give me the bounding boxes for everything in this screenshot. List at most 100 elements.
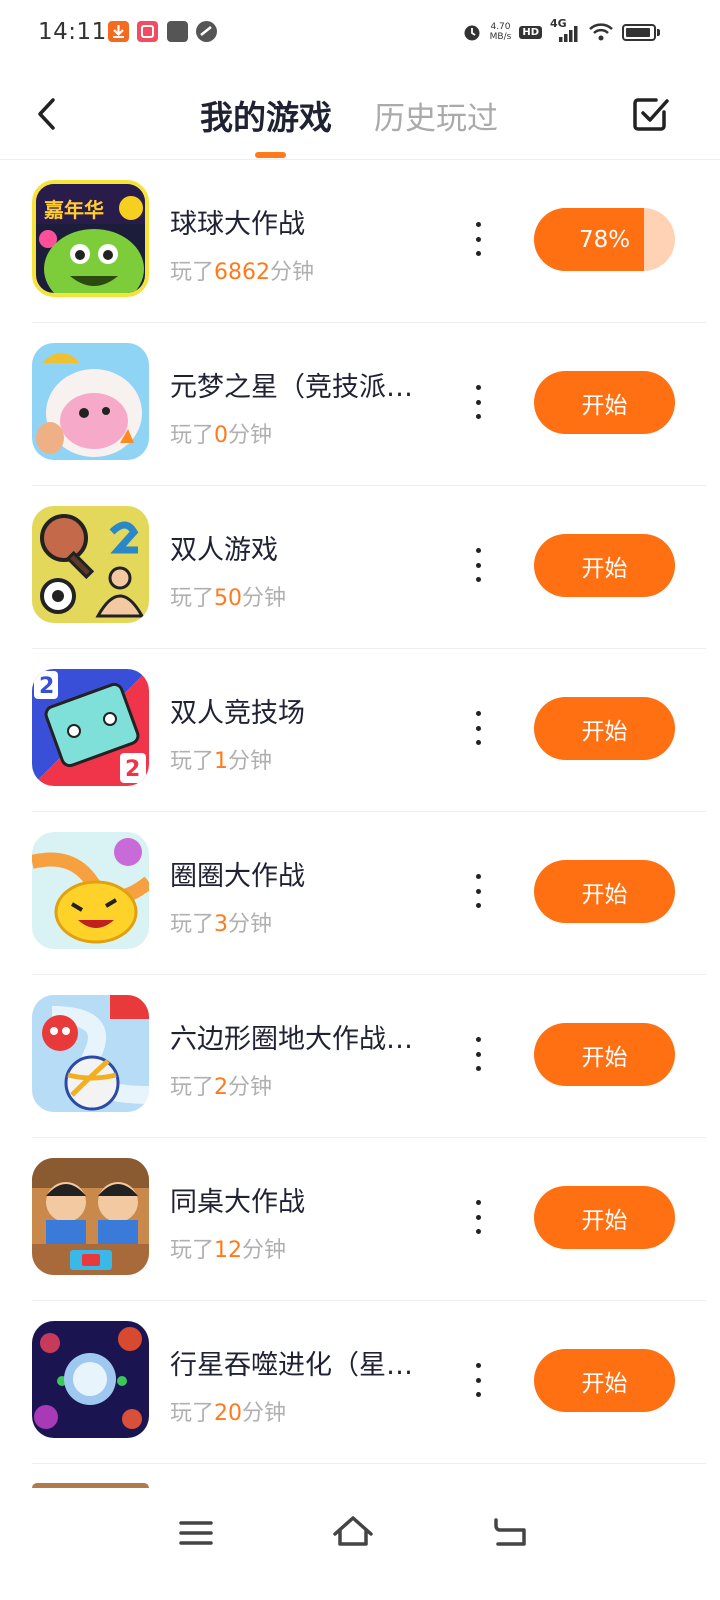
play-time-prefix: 玩了 [170, 749, 215, 774]
header: 我的游戏 历史玩过 [0, 66, 720, 160]
system-nav-bar [0, 1488, 720, 1600]
game-icon-two-player-arena[interactable]: 2 2 [32, 669, 149, 786]
start-button[interactable]: 开始 [534, 1186, 675, 1249]
more-options-button[interactable] [468, 1363, 488, 1397]
more-vertical-icon [475, 385, 481, 390]
play-time-minutes: 20 [214, 1401, 243, 1426]
return-icon [494, 1518, 526, 1546]
game-name: 同桌大作战 [170, 1187, 305, 1218]
more-options-button[interactable] [468, 548, 488, 582]
game-icon-deskmate-battle[interactable] [32, 1158, 149, 1275]
start-button[interactable]: 开始 [534, 697, 675, 760]
play-time-minutes: 2 [214, 1075, 229, 1100]
net-speed: 4.70 MB/s [490, 22, 512, 42]
more-options-button[interactable] [468, 1037, 488, 1071]
game-icon-hexagon-territory[interactable] [32, 995, 149, 1112]
svg-text:嘉年华: 嘉年华 [43, 198, 104, 222]
play-time: 玩了1分钟 [170, 743, 272, 775]
start-button[interactable]: 开始 [534, 1349, 675, 1412]
play-time-suffix: 分钟 [228, 423, 273, 448]
menu-icon [179, 1521, 213, 1545]
checkbox-edit-icon [633, 98, 669, 131]
nav-home-button[interactable] [323, 1508, 383, 1558]
game-item[interactable]: 嘉年华 球球大作战 玩了6862分钟 78% [0, 160, 720, 323]
more-vertical-icon [475, 222, 481, 227]
cellular-signal-icon: 4G [550, 17, 580, 44]
play-time-minutes: 50 [214, 586, 243, 611]
game-item[interactable]: 双人游戏 玩了50分钟 开始 [0, 486, 720, 649]
play-time-suffix: 分钟 [242, 586, 287, 611]
game-icon-ball-battle[interactable]: 嘉年华 [32, 180, 149, 297]
nav-menu-button[interactable] [166, 1508, 226, 1558]
back-button[interactable] [28, 88, 68, 136]
start-button[interactable]: 开始 [534, 1023, 675, 1086]
game-name: 球球大作战 [170, 209, 305, 240]
hd-badge: HD [519, 25, 542, 39]
game-icon-two-player-games[interactable] [32, 506, 149, 623]
more-options-button[interactable] [468, 711, 488, 745]
play-time-minutes: 6862 [214, 260, 271, 285]
play-time-prefix: 玩了 [170, 1401, 215, 1426]
manage-button[interactable] [630, 92, 672, 134]
play-time: 玩了6862分钟 [170, 254, 314, 286]
game-name: 圈圈大作战 [170, 861, 305, 892]
game-item[interactable]: 2 2 双人竞技场 玩了1分钟 开始 [0, 649, 720, 812]
game-name: 元梦之星（竞技派… [170, 372, 413, 403]
game-item[interactable]: 元梦之星（竞技派… 玩了0分钟 开始 [0, 323, 720, 486]
more-options-button[interactable] [468, 874, 488, 908]
alarm-icon [464, 25, 480, 41]
play-time-minutes: 1 [214, 749, 229, 774]
status-time: 14:11 [38, 19, 107, 45]
game-item[interactable]: 行星吞噬进化（星… 玩了20分钟 开始 [0, 1301, 720, 1464]
tab-history[interactable]: 历史玩过 [374, 93, 498, 138]
game-list: 嘉年华 球球大作战 玩了6862分钟 78% 元梦之星（竞技派… 玩了0分钟 开… [0, 160, 720, 1464]
play-time-suffix: 分钟 [228, 912, 273, 937]
game-name: 双人竞技场 [170, 698, 305, 729]
tab-indicator [255, 152, 286, 158]
status-right: 4.70 MB/s HD 4G [462, 17, 660, 46]
play-time-minutes: 0 [214, 423, 229, 448]
play-time-prefix: 玩了 [170, 912, 215, 937]
svg-text:2: 2 [125, 757, 140, 782]
screen: 14:11 4.70 MB/s HD 4G 我的游戏 历史玩过 嘉年华 球球大作… [0, 0, 720, 1600]
play-time-minutes: 12 [214, 1238, 243, 1263]
start-button[interactable]: 开始 [534, 371, 675, 434]
progress-text: 78% [578, 226, 631, 253]
square-notification-icon [167, 21, 188, 42]
game-icon-circle-battle[interactable] [32, 832, 149, 949]
app-notification-icon [137, 21, 158, 42]
play-time-prefix: 玩了 [170, 1238, 215, 1263]
more-options-button[interactable] [468, 222, 488, 256]
wifi-icon [589, 23, 613, 41]
more-vertical-icon [475, 711, 481, 716]
start-button[interactable]: 开始 [534, 860, 675, 923]
net-speed-value: 4.70 [490, 22, 511, 32]
game-item[interactable]: 圈圈大作战 玩了3分钟 开始 [0, 812, 720, 975]
download-notification-icon [108, 21, 129, 42]
more-options-button[interactable] [468, 1200, 488, 1234]
play-time-suffix: 分钟 [270, 260, 315, 285]
play-time: 玩了2分钟 [170, 1069, 272, 1101]
game-item[interactable]: 同桌大作战 玩了12分钟 开始 [0, 1138, 720, 1301]
play-time: 玩了3分钟 [170, 906, 272, 938]
game-icon-planet-devour[interactable] [32, 1321, 149, 1438]
chevron-left-icon [38, 98, 55, 130]
play-time-suffix: 分钟 [228, 1075, 273, 1100]
game-icon-yuanmeng-star[interactable] [32, 343, 149, 460]
play-time-suffix: 分钟 [242, 1401, 287, 1426]
start-button[interactable]: 开始 [534, 534, 675, 597]
play-time-prefix: 玩了 [170, 1075, 215, 1100]
download-progress-button[interactable]: 78% [534, 208, 675, 271]
play-time: 玩了20分钟 [170, 1395, 286, 1427]
play-time: 玩了12分钟 [170, 1232, 286, 1264]
game-name: 双人游戏 [170, 535, 278, 566]
tab-my-games[interactable]: 我的游戏 [200, 91, 332, 139]
nav-back-button[interactable] [480, 1508, 540, 1558]
play-time: 玩了0分钟 [170, 417, 272, 449]
game-item[interactable]: 六边形圈地大作战… 玩了2分钟 开始 [0, 975, 720, 1138]
more-vertical-icon [475, 874, 481, 879]
more-options-button[interactable] [468, 385, 488, 419]
status-bar: 14:11 4.70 MB/s HD 4G [0, 0, 720, 66]
play-time-suffix: 分钟 [228, 749, 273, 774]
more-vertical-icon [475, 1200, 481, 1205]
